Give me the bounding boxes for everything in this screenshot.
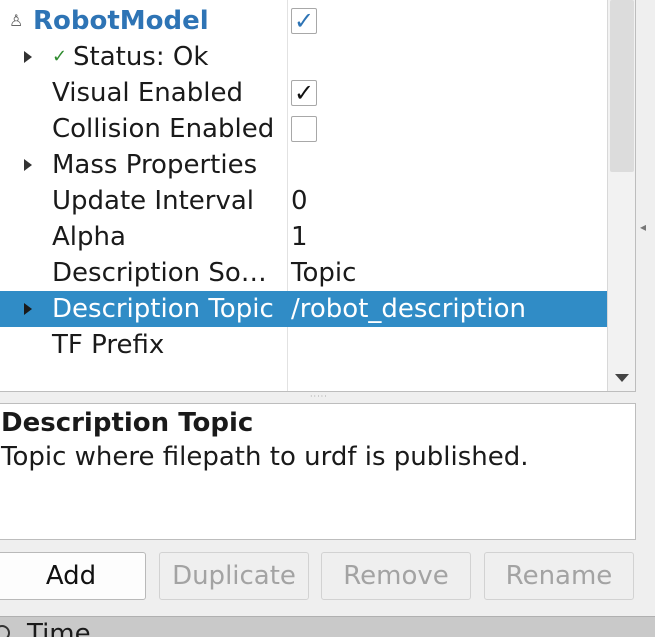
vertical-scrollbar[interactable] bbox=[607, 0, 635, 391]
description-panel: Description Topic Topic where filepath t… bbox=[0, 403, 636, 540]
property-name: Mass Properties bbox=[52, 150, 258, 180]
description-title: Description Topic bbox=[1, 408, 254, 438]
expand-arrow-icon[interactable] bbox=[24, 159, 32, 171]
property-name: Status: Ok bbox=[73, 42, 209, 72]
description-text: Topic where filepath to urdf is publishe… bbox=[1, 442, 529, 472]
tree-row-description-topic[interactable]: Description Topic /robot_description bbox=[0, 291, 607, 327]
property-name: Alpha bbox=[52, 222, 126, 252]
tree-row-collision-enabled[interactable]: Collision Enabled bbox=[0, 111, 607, 147]
display-name: RobotModel bbox=[33, 6, 209, 36]
remove-button[interactable]: Remove bbox=[321, 552, 471, 600]
tree-row-alpha[interactable]: Alpha 1 bbox=[0, 219, 607, 255]
property-value[interactable]: 0 bbox=[291, 183, 308, 219]
property-name: Description Topic bbox=[52, 294, 274, 324]
property-value[interactable]: Topic bbox=[291, 255, 356, 291]
tree-row-status[interactable]: ✓ Status: Ok bbox=[0, 39, 607, 75]
property-name: TF Prefix bbox=[52, 330, 165, 360]
status-ok-icon: ✓ bbox=[52, 46, 68, 67]
visual-enabled-checkbox[interactable]: ✓ bbox=[291, 80, 317, 106]
property-name: Collision Enabled bbox=[52, 114, 275, 144]
property-name: Visual Enabled bbox=[52, 78, 243, 108]
scroll-down-arrow-icon[interactable] bbox=[615, 374, 629, 382]
clock-icon bbox=[0, 625, 10, 637]
tree-row-description-source[interactable]: Description So… Topic bbox=[0, 255, 607, 291]
property-name: Description So… bbox=[52, 258, 267, 288]
collision-enabled-checkbox[interactable] bbox=[291, 116, 317, 142]
tree-row-mass-properties[interactable]: Mass Properties bbox=[0, 147, 607, 183]
duplicate-button[interactable]: Duplicate bbox=[159, 552, 309, 600]
expand-arrow-icon[interactable] bbox=[24, 303, 32, 315]
rename-button[interactable]: Rename bbox=[484, 552, 634, 600]
tree-row-update-interval[interactable]: Update Interval 0 bbox=[0, 183, 607, 219]
properties-tree: ♙ RobotModel ✓ ✓ Status: Ok Visual Enabl… bbox=[0, 0, 636, 392]
tree-row-robotmodel[interactable]: ♙ RobotModel ✓ bbox=[0, 3, 607, 39]
tree-row-visual-enabled[interactable]: Visual Enabled ✓ bbox=[0, 75, 607, 111]
expand-arrow-icon[interactable] bbox=[24, 51, 32, 63]
time-panel-title: Time bbox=[27, 619, 91, 637]
scrollbar-thumb[interactable] bbox=[610, 0, 634, 172]
property-value[interactable]: 1 bbox=[291, 219, 308, 255]
tree-row-tf-prefix[interactable]: TF Prefix bbox=[0, 327, 607, 363]
vertical-splitter-handle[interactable]: ····· bbox=[310, 392, 328, 401]
robotmodel-enabled-checkbox[interactable]: ✓ bbox=[291, 8, 317, 34]
add-button[interactable]: Add bbox=[0, 552, 146, 600]
robot-icon: ♙ bbox=[9, 11, 24, 30]
property-value[interactable]: /robot_description bbox=[291, 291, 526, 327]
splitter-handle-icon[interactable]: ◂ bbox=[640, 220, 646, 234]
property-name: Update Interval bbox=[52, 186, 254, 216]
time-panel-header[interactable]: Time bbox=[0, 616, 655, 637]
